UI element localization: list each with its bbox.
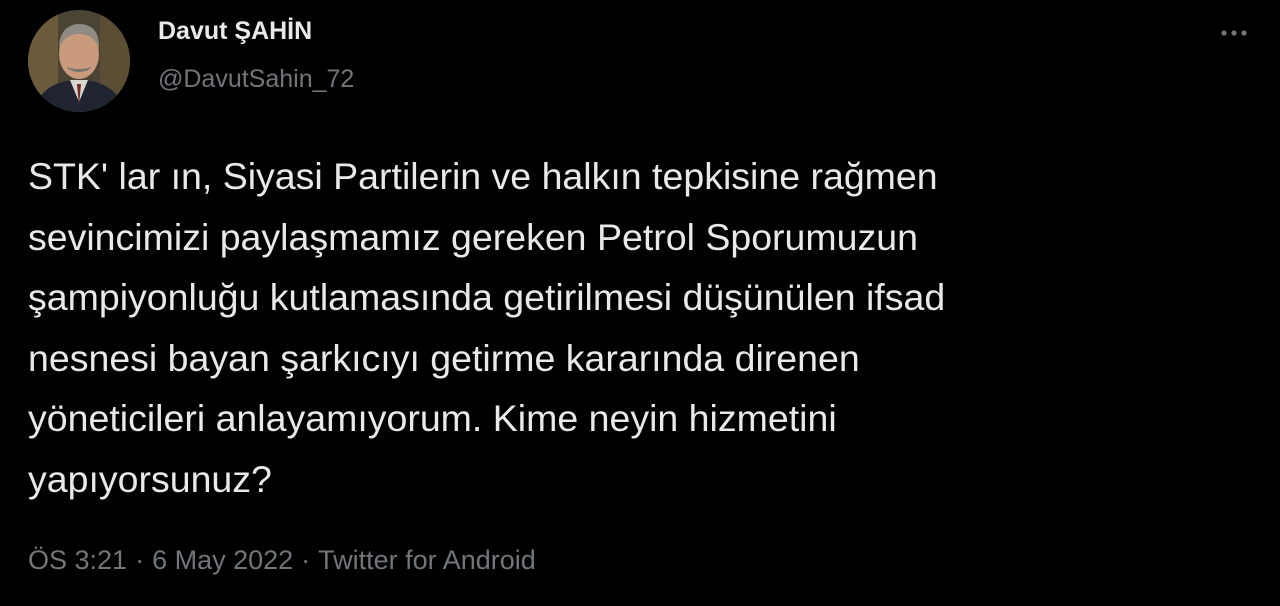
tweet-card: Davut ŞAHİN @DavutSahin_72 STK' lar ın, … [0, 0, 1280, 606]
tweet-time[interactable]: ÖS 3:21 [28, 545, 127, 575]
more-horizontal-icon[interactable] [1212, 18, 1256, 48]
author-display-name[interactable]: Davut ŞAHİN [158, 17, 312, 46]
tweet-source[interactable]: Twitter for Android [318, 545, 536, 575]
meta-separator: · [301, 545, 311, 575]
avatar-photo [28, 10, 130, 112]
author-handle[interactable]: @DavutSahin_72 [158, 65, 354, 94]
meta-separator: · [135, 545, 145, 575]
tweet-text: STK' lar ın, Siyasi Partilerin ve halkın… [28, 155, 946, 500]
tweet-metadata: ÖS 3:21 · 6 May 2022 · Twitter for Android [28, 545, 536, 576]
avatar[interactable] [28, 10, 130, 112]
tweet-date[interactable]: 6 May 2022 [152, 545, 293, 575]
